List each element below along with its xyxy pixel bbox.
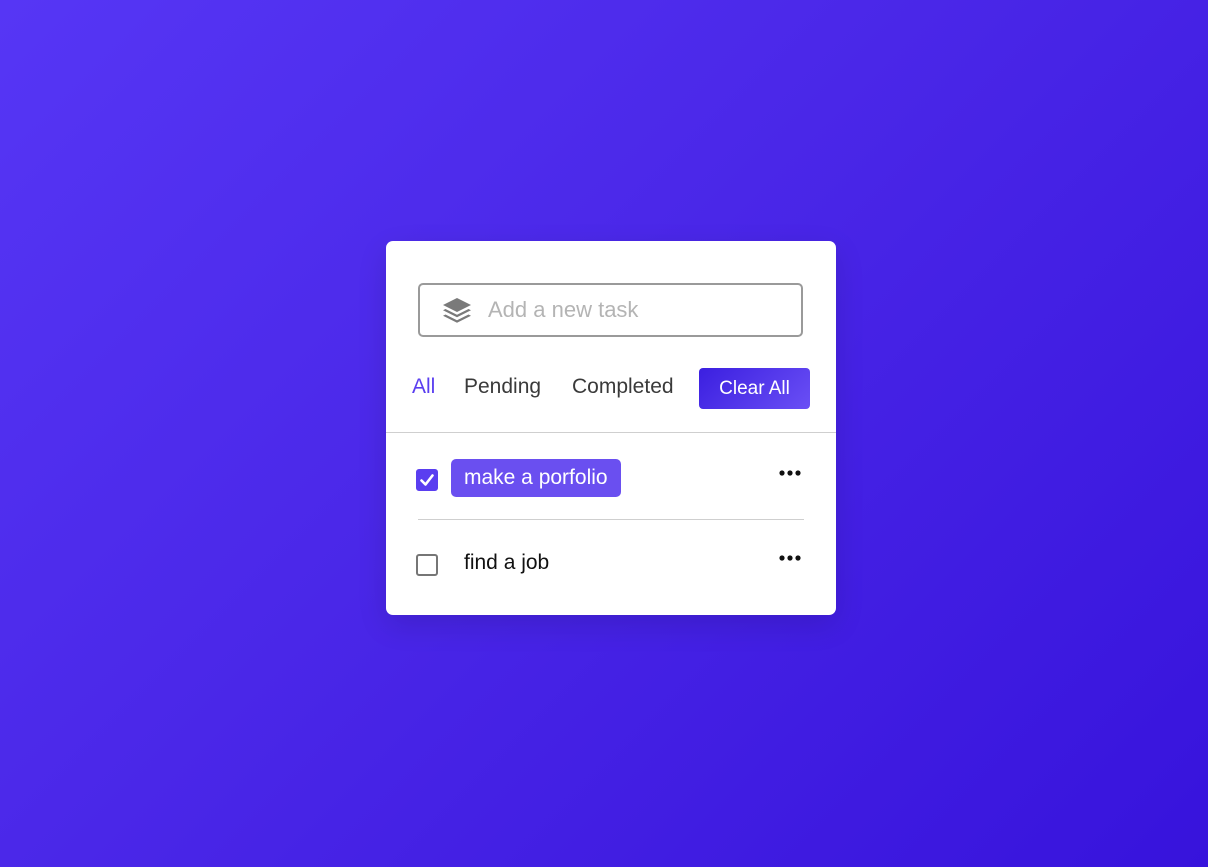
filter-completed[interactable]: Completed [572, 375, 674, 399]
divider [386, 432, 836, 433]
task-checkbox[interactable] [416, 554, 438, 576]
checkmark-icon [420, 474, 434, 486]
controls-bar: All Pending Completed Clear All [386, 366, 836, 410]
more-horizontal-icon[interactable] [776, 461, 804, 485]
task-input-container [418, 283, 803, 337]
task-item: make a porfolio [386, 447, 836, 507]
clear-all-button[interactable]: Clear All [699, 368, 810, 409]
filter-pending[interactable]: Pending [464, 375, 541, 399]
more-horizontal-icon[interactable] [776, 546, 804, 570]
task-item: find a job [386, 532, 836, 592]
task-input[interactable] [488, 285, 788, 335]
todo-card: All Pending Completed Clear All make a p… [386, 241, 836, 615]
task-text: make a porfolio [451, 459, 621, 497]
layers-icon [441, 295, 473, 327]
filter-all[interactable]: All [412, 375, 435, 399]
task-text: find a job [464, 551, 550, 574]
divider [418, 519, 804, 520]
task-checkbox[interactable] [416, 469, 438, 491]
